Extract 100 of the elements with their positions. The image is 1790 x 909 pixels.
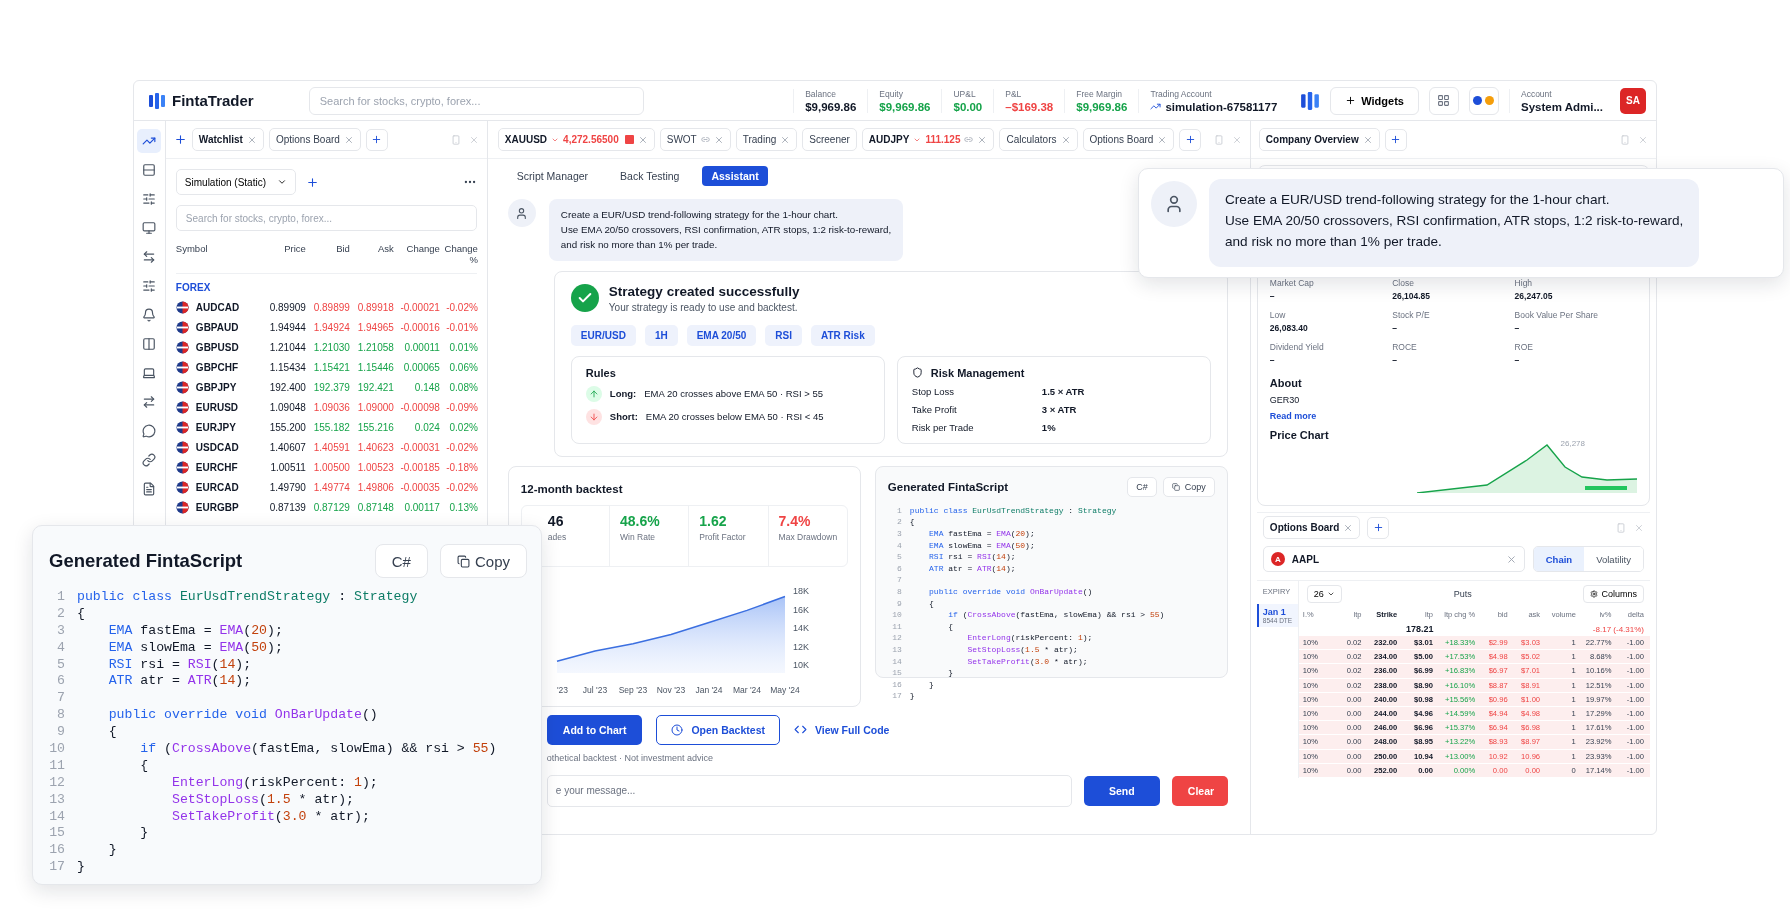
language-button[interactable]: C# bbox=[1127, 476, 1157, 497]
plus-icon bbox=[371, 134, 383, 145]
change-cell-text: -0.00021 bbox=[399, 301, 440, 313]
code-token: } bbox=[77, 859, 85, 875]
code-token: ); bbox=[1025, 540, 1035, 550]
stat-value: 26,247.05 bbox=[1514, 291, 1554, 301]
plus-icon[interactable] bbox=[173, 133, 187, 146]
change-percent-cell-text: 0.08% bbox=[448, 381, 478, 393]
code-token: ); bbox=[361, 774, 378, 790]
code-token: EMA bbox=[928, 529, 944, 538]
theme-button[interactable] bbox=[1468, 86, 1499, 115]
read-more-link[interactable]: Read more bbox=[1269, 411, 1637, 421]
ask-cell-text: 1.09000 bbox=[356, 401, 394, 413]
code-token: EMA bbox=[219, 622, 244, 638]
code-token: 14 bbox=[219, 656, 236, 672]
code-token: ( bbox=[1029, 656, 1035, 666]
list-select[interactable]: Simulation (Static) bbox=[175, 169, 296, 195]
bid-cell-text: 1.15421 bbox=[312, 361, 350, 373]
line-number: 17 bbox=[48, 859, 66, 875]
code-token: 14 bbox=[219, 673, 236, 689]
bid-cell-text: 1.00500 bbox=[312, 461, 350, 473]
stat-label: Stock P/E bbox=[1392, 310, 1431, 320]
stat-label: High bbox=[1514, 278, 1534, 288]
plus-icon bbox=[1345, 95, 1357, 106]
add-to-chart-button[interactable]: Add to Chart bbox=[546, 714, 643, 745]
search-field[interactable]: Search for stocks, crypto, forex... bbox=[175, 205, 477, 231]
language-button[interactable]: C# bbox=[374, 544, 428, 578]
axis-label: May '24 bbox=[770, 684, 800, 695]
account-name: System Admi... bbox=[1520, 100, 1603, 113]
price-cell-text: 1.15434 bbox=[268, 361, 306, 373]
subtab[interactable]: Script Manager bbox=[507, 166, 598, 186]
tab[interactable]: Options Board bbox=[1082, 128, 1175, 151]
tab[interactable]: Trading bbox=[735, 128, 798, 151]
clear-button[interactable]: Clear bbox=[1171, 775, 1228, 806]
code-token: } bbox=[107, 842, 117, 858]
segment-tab[interactable]: Chain bbox=[1533, 547, 1585, 571]
tab[interactable]: Options Board bbox=[268, 128, 361, 151]
symbol-cell-text: GBPCHF bbox=[195, 361, 240, 373]
symbol-cell-text: EURGBP bbox=[195, 501, 240, 513]
open-backtest-button[interactable]: Open Backtest bbox=[656, 714, 780, 745]
tab[interactable]: Calculators bbox=[999, 128, 1078, 151]
tab[interactable]: Company Overview bbox=[1258, 128, 1380, 151]
code-token: EnterLong bbox=[170, 774, 244, 790]
code-token: EurUsdTrendStrategy bbox=[972, 505, 1064, 515]
tab[interactable]: Options Board bbox=[1262, 516, 1361, 539]
column-header: Change bbox=[405, 243, 440, 254]
code-token: EMA bbox=[219, 639, 244, 655]
send-button[interactable]: Send bbox=[1083, 775, 1160, 806]
symbol-field[interactable]: A AAPL bbox=[1262, 546, 1525, 572]
code-token: EMA bbox=[107, 639, 133, 655]
dot-icon bbox=[1485, 96, 1495, 105]
axis-label: Nov '23 bbox=[656, 684, 686, 695]
tag: ATR Risk bbox=[811, 324, 875, 346]
code-token: Strategy bbox=[354, 588, 418, 604]
add-tab-button[interactable] bbox=[1179, 128, 1202, 151]
view-code-link[interactable]: View Full Code bbox=[793, 723, 890, 736]
change-percent-cell-text: 0.01% bbox=[448, 341, 478, 353]
add-tab-button[interactable] bbox=[1367, 516, 1390, 539]
price-cell-text: 0.87139 bbox=[268, 501, 306, 513]
ask-cell-text: 192.421 bbox=[356, 381, 394, 393]
price-cell-text: 1.94944 bbox=[268, 321, 306, 333]
change-percent-cell-text: -0.18% bbox=[445, 461, 478, 473]
code-token: OnBarUpdate bbox=[274, 707, 362, 723]
bid-cell-text: 0.89899 bbox=[312, 301, 350, 313]
user-avatar[interactable]: SA bbox=[1620, 87, 1646, 114]
price-cell-text: 155.200 bbox=[268, 421, 306, 433]
tab[interactable]: AUDJPY 111.125 bbox=[861, 128, 995, 151]
tab[interactable]: Screener bbox=[802, 128, 857, 151]
count-select[interactable]: 26 bbox=[1306, 585, 1342, 603]
subtab[interactable]: Back Testing bbox=[611, 166, 689, 186]
close-icon bbox=[1343, 522, 1354, 533]
symbol-cell-text: GBPAUD bbox=[195, 321, 240, 333]
copy-button[interactable]: Copy bbox=[439, 544, 527, 578]
columns-button[interactable]: Columns bbox=[1583, 585, 1644, 603]
tab[interactable]: XAUUSD 4,272.56500 bbox=[497, 128, 655, 151]
square-icon bbox=[624, 135, 634, 144]
flag-icon bbox=[175, 440, 189, 454]
line-number: 13 bbox=[48, 791, 66, 807]
risk-value: 3 × ATR bbox=[1041, 403, 1078, 415]
code-token: rsi = bbox=[947, 552, 974, 562]
code-token: 55 bbox=[1149, 610, 1160, 620]
stat-label: Profit Factor bbox=[699, 531, 747, 543]
plus-icon[interactable] bbox=[305, 175, 319, 189]
copy-button[interactable]: Copy bbox=[1162, 476, 1215, 497]
tab[interactable]: SWOT bbox=[659, 128, 731, 151]
trend-icon[interactable] bbox=[137, 129, 162, 153]
stat-value: – bbox=[1269, 291, 1276, 301]
add-tab-button[interactable] bbox=[1384, 128, 1407, 151]
widgets-button[interactable]: Widgets bbox=[1330, 86, 1419, 115]
change-cell-text: 0.00117 bbox=[403, 501, 440, 513]
search-field[interactable]: Search for stocks, crypto, forex... bbox=[308, 86, 644, 115]
add-tab-button[interactable] bbox=[365, 128, 388, 151]
grid-button[interactable] bbox=[1428, 86, 1459, 115]
message-input[interactable]: e your message... bbox=[546, 774, 1072, 807]
change-percent-cell-text: -0.02% bbox=[445, 441, 478, 453]
stat-value: 1.62 bbox=[699, 512, 728, 529]
code-token: 3.0 bbox=[282, 808, 307, 824]
price-cell-text: 1.09048 bbox=[268, 401, 306, 413]
subtab[interactable]: Assistant bbox=[702, 166, 768, 186]
tab[interactable]: Watchlist bbox=[191, 128, 264, 151]
